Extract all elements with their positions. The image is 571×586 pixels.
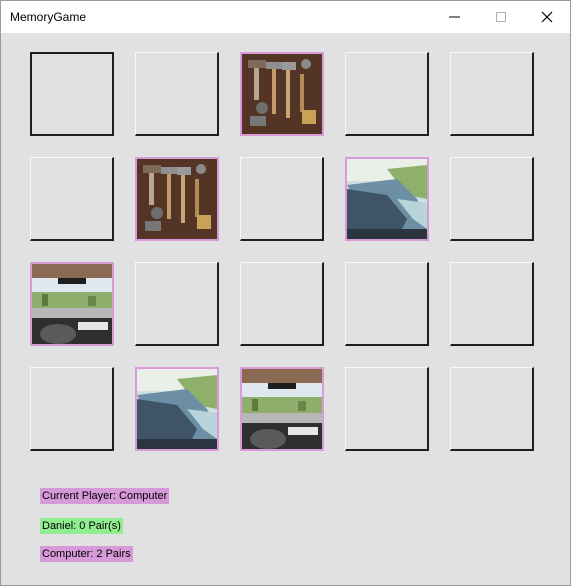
card-tile[interactable]: [450, 52, 534, 136]
minimize-button[interactable]: [432, 1, 478, 33]
canyon-image: [347, 159, 427, 239]
card-tile[interactable]: [30, 52, 114, 136]
card-tile[interactable]: [240, 262, 324, 346]
card-tile[interactable]: [240, 157, 324, 241]
tools-image: [242, 54, 322, 134]
card-tile[interactable]: [345, 262, 429, 346]
car-image: [242, 369, 322, 449]
card-tile[interactable]: [345, 52, 429, 136]
canyon-image: [137, 369, 217, 449]
card-tile[interactable]: [30, 262, 114, 346]
card-tile[interactable]: [135, 262, 219, 346]
card-tile[interactable]: [345, 367, 429, 451]
card-tile[interactable]: [135, 157, 219, 241]
close-button[interactable]: [524, 1, 570, 33]
title-bar: MemoryGame: [1, 1, 570, 33]
card-tile[interactable]: [450, 367, 534, 451]
tools-image: [137, 159, 217, 239]
card-tile[interactable]: [135, 367, 219, 451]
card-tile[interactable]: [30, 367, 114, 451]
card-tile[interactable]: [450, 262, 534, 346]
current-player-label: Current Player: Computer: [40, 488, 170, 504]
card-tile[interactable]: [240, 367, 324, 451]
player1-score-label: Daniel: 0 Pair(s): [40, 518, 123, 534]
maximize-button[interactable]: [478, 1, 524, 33]
card-tile[interactable]: [345, 157, 429, 241]
window-title: MemoryGame: [10, 10, 87, 24]
minimize-icon: [449, 16, 460, 18]
card-tile[interactable]: [450, 157, 534, 241]
app-window: MemoryGame Current Player: Computer Dani…: [0, 0, 571, 586]
player2-score-label: Computer: 2 Pairs: [40, 546, 133, 562]
car-image: [32, 264, 112, 344]
card-tile[interactable]: [30, 157, 114, 241]
maximize-icon: [496, 12, 506, 22]
card-tile[interactable]: [135, 52, 219, 136]
card-tile[interactable]: [240, 52, 324, 136]
close-icon: [541, 11, 553, 23]
